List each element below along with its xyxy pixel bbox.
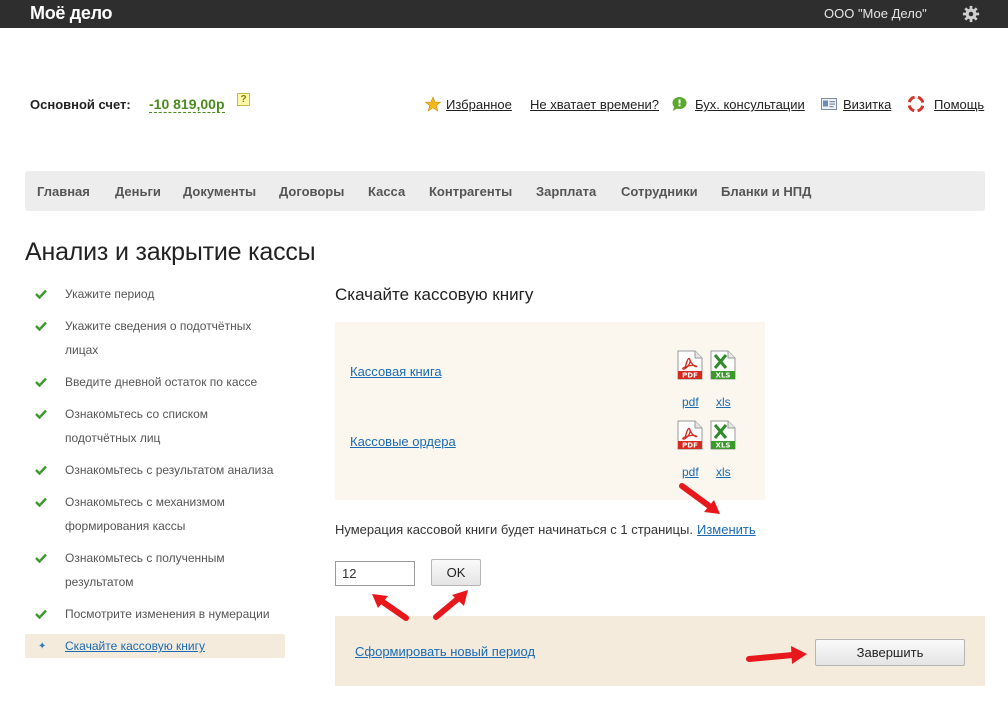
annotation-arrow-icon — [433, 590, 468, 620]
check-icon — [35, 465, 47, 475]
step-item: Укажите период — [25, 282, 285, 306]
numbering-text: Нумерация кассовой книги будет начинатьс… — [335, 522, 693, 537]
logo[interactable]: Моё дело — [30, 3, 113, 24]
nav-item-employees[interactable]: Сотрудники — [621, 184, 698, 199]
chat-bubble-icon — [672, 97, 687, 111]
step-item: Ознакомьтесь с полученным результатом — [25, 546, 285, 594]
nav-item-documents[interactable]: Документы — [183, 184, 256, 199]
account-label: Основной счет: — [30, 97, 131, 112]
check-icon — [35, 609, 47, 619]
nav-item-cash[interactable]: Касса — [368, 184, 405, 199]
nav-item-salary[interactable]: Зарплата — [536, 184, 596, 199]
card-icon — [821, 98, 837, 110]
check-icon — [35, 377, 47, 387]
account-balance[interactable]: -10 819,00р — [149, 96, 225, 113]
nav-item-money[interactable]: Деньги — [115, 184, 161, 199]
current-step-marker-icon: ✦ — [38, 641, 47, 652]
check-icon — [35, 289, 47, 299]
main-nav: Главная Деньги Документы Договоры Касса … — [25, 171, 985, 211]
step-label: Ознакомьтесь с полученным результатом — [65, 551, 225, 589]
new-period-link[interactable]: Сформировать новый период — [355, 644, 535, 659]
nav-item-contracts[interactable]: Договоры — [279, 184, 344, 199]
section-title: Скачайте кассовую книгу — [335, 285, 534, 304]
svg-text:XLS: XLS — [716, 372, 731, 380]
cash-book-link[interactable]: Кассовая книга — [350, 364, 442, 379]
step-item: Укажите сведения о подотчётных лицах — [25, 314, 285, 362]
gear-icon[interactable] — [962, 5, 980, 23]
step-item-current[interactable]: ✦ Скачайте кассовую книгу — [25, 634, 285, 658]
svg-text:PDF: PDF — [682, 372, 698, 380]
step-label: Ознакомьтесь с механизмом формирования к… — [65, 495, 225, 533]
files-panel — [335, 322, 765, 500]
svg-text:XLS: XLS — [716, 442, 731, 450]
step-label: Укажите сведения о подотчётных лицах — [65, 319, 252, 357]
help-link[interactable]: Помощь — [934, 97, 984, 112]
nav-item-forms[interactable]: Бланки и НПД — [721, 184, 811, 199]
step-label: Ознакомьтесь со списком подотчётных лиц — [65, 407, 209, 445]
xls-file-icon[interactable]: XLS — [710, 420, 736, 450]
lifebuoy-icon — [908, 96, 924, 112]
step-item: Ознакомьтесь с результатом анализа — [25, 458, 285, 482]
change-numbering-link[interactable]: Изменить — [697, 522, 756, 537]
step-item: Ознакомьтесь со списком подотчётных лиц — [25, 402, 285, 450]
step-item: Введите дневной остаток по кассе — [25, 370, 285, 394]
cash-orders-link[interactable]: Кассовые ордера — [350, 434, 456, 449]
organization-name[interactable]: ООО "Мое Дело" — [824, 6, 927, 21]
step-label: Посмотрите изменения в нумерации — [65, 607, 270, 621]
step-label: Ознакомьтесь с результатом анализа — [65, 463, 274, 477]
annotation-arrow-icon — [679, 483, 720, 514]
check-icon — [35, 409, 47, 419]
business-card-link[interactable]: Визитка — [843, 97, 891, 112]
pdf-file-icon[interactable]: PDF — [677, 420, 703, 450]
check-icon — [35, 321, 47, 331]
step-label[interactable]: Скачайте кассовую книгу — [65, 636, 205, 656]
ok-button[interactable]: OK — [431, 559, 481, 586]
svg-text:PDF: PDF — [682, 442, 698, 450]
annotation-arrow-icon — [746, 646, 807, 664]
help-icon[interactable]: ? — [237, 93, 250, 106]
accounting-consultations-link[interactable]: Бух. консультации — [695, 97, 805, 112]
cash-book-pdf-link[interactable]: pdf — [682, 395, 699, 409]
start-page-input[interactable] — [335, 561, 415, 586]
xls-file-icon[interactable]: XLS — [710, 350, 736, 380]
check-icon — [35, 553, 47, 563]
page-title: Анализ и закрытие кассы — [25, 238, 316, 266]
cash-orders-xls-link[interactable]: xls — [716, 465, 731, 479]
top-bar: Моё дело ООО "Мое Дело" — [0, 0, 1008, 28]
nav-item-home[interactable]: Главная — [37, 184, 90, 199]
favorites-link[interactable]: Избранное — [446, 97, 512, 112]
cash-orders-pdf-link[interactable]: pdf — [682, 465, 699, 479]
nav-item-counterparties[interactable]: Контрагенты — [429, 184, 512, 199]
pdf-file-icon[interactable]: PDF — [677, 350, 703, 380]
annotation-arrow-icon — [372, 594, 409, 621]
step-label: Введите дневной остаток по кассе — [65, 375, 258, 389]
step-item: Ознакомьтесь с механизмом формирования к… — [25, 490, 285, 538]
step-label: Укажите период — [65, 287, 155, 301]
check-icon — [35, 497, 47, 507]
step-item: Посмотрите изменения в нумерации — [25, 602, 285, 626]
cash-book-xls-link[interactable]: xls — [716, 395, 731, 409]
no-time-link[interactable]: Не хватает времени? — [530, 97, 659, 112]
finish-button[interactable]: Завершить — [815, 639, 965, 666]
star-icon — [425, 96, 441, 112]
